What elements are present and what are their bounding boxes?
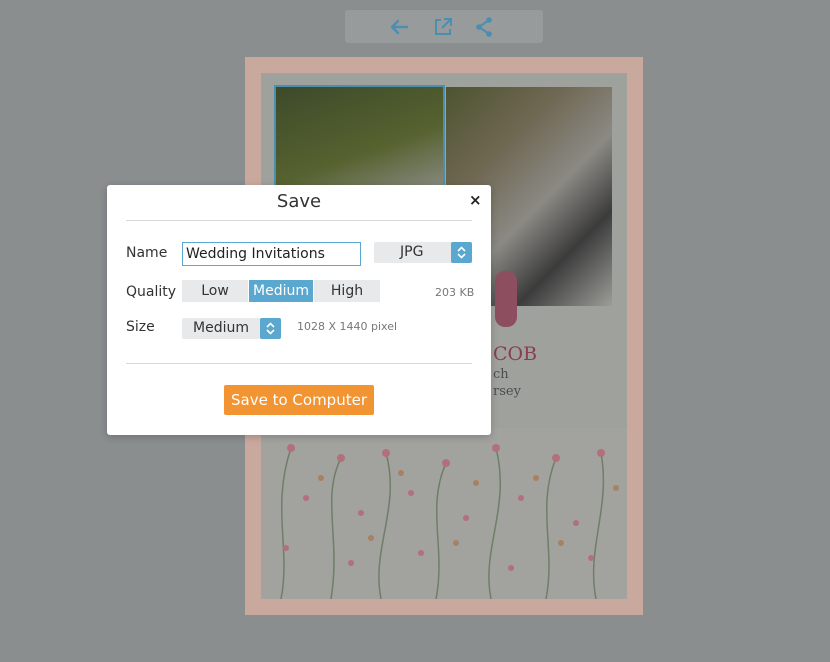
card-names-text: COB	[493, 343, 538, 365]
share-icon[interactable]	[472, 15, 496, 39]
size-select-value: Medium	[193, 320, 249, 336]
footer-divider	[126, 363, 472, 364]
top-toolbar	[345, 10, 543, 43]
save-dialog: Save × Name JPG Quality Low Medium High …	[107, 185, 491, 435]
select-arrows-icon	[260, 318, 281, 339]
file-name-input[interactable]	[182, 242, 361, 266]
dialog-title: Save	[276, 191, 322, 212]
quality-label: Quality	[126, 284, 177, 300]
card-location-text: rsey	[493, 384, 521, 399]
card-venue-text: ch	[493, 367, 509, 382]
card-ribbon	[495, 271, 517, 327]
file-size-text: 203 KB	[435, 286, 475, 299]
format-select[interactable]: JPG	[374, 242, 472, 263]
quality-medium-button[interactable]: Medium	[249, 280, 313, 302]
size-label: Size	[126, 319, 155, 335]
floral-pattern	[261, 428, 627, 599]
format-select-value: JPG	[400, 244, 424, 260]
size-select[interactable]: Medium	[182, 318, 281, 339]
save-to-computer-button[interactable]: Save to Computer	[224, 385, 374, 415]
dimensions-text: 1028 X 1440 pixel	[297, 320, 398, 333]
name-label: Name	[126, 245, 168, 261]
header-divider	[126, 220, 472, 221]
select-arrows-icon	[451, 242, 472, 263]
external-link-icon[interactable]	[431, 15, 455, 39]
quality-high-button[interactable]: High	[314, 280, 380, 302]
quality-low-button[interactable]: Low	[182, 280, 248, 302]
close-icon[interactable]: ×	[469, 191, 482, 209]
back-arrow-icon[interactable]	[387, 15, 411, 39]
